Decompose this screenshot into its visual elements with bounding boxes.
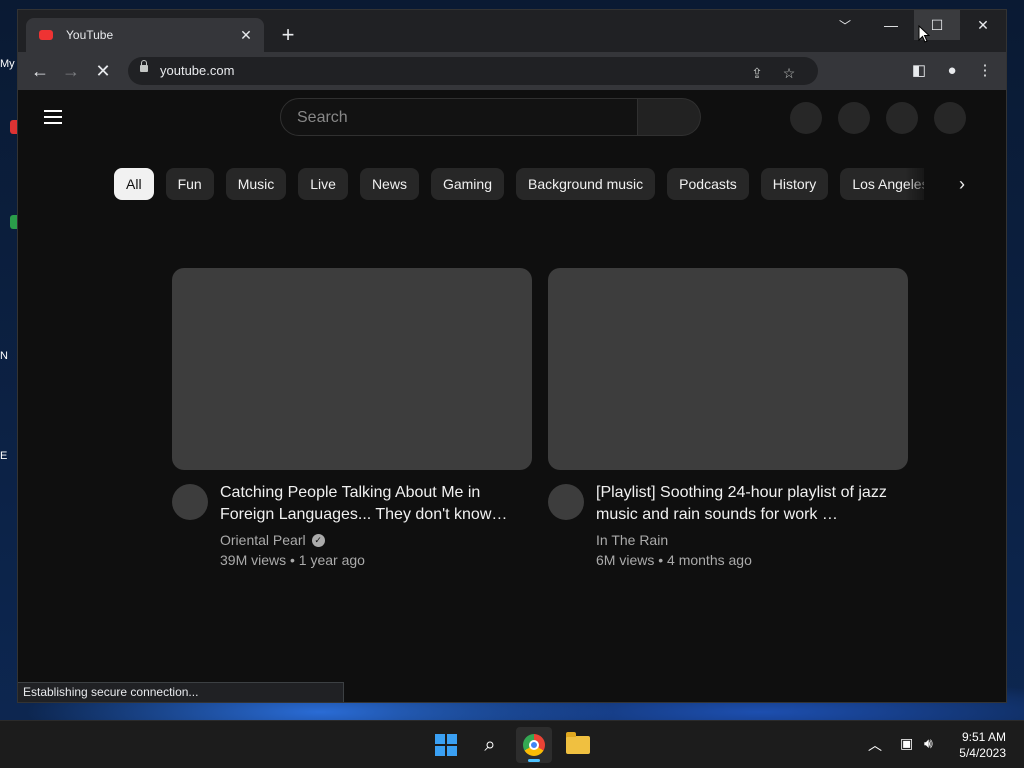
search-button-taskbar[interactable]: ⌕ <box>472 727 508 763</box>
chip-gaming[interactable]: Gaming <box>430 168 504 200</box>
folder-icon <box>566 732 590 754</box>
tray-chevron-up-icon[interactable]: ︿ <box>868 735 882 755</box>
channel-name-row: Oriental Pearl ✓ <box>220 530 532 550</box>
channel-name-row: In The Rain <box>596 530 908 550</box>
hamburger-menu-icon[interactable] <box>44 110 62 124</box>
voice-search-placeholder[interactable] <box>790 102 822 134</box>
app-icon <box>10 120 18 134</box>
side-panel-icon[interactable]: ◧ <box>908 60 930 82</box>
filter-chips: All Fun Music Live News Gaming Backgroun… <box>114 168 924 200</box>
clock[interactable]: 9:51 AM 5/4/2023 <box>946 729 1006 761</box>
desktop-icon-2[interactable] <box>0 215 18 231</box>
video-title[interactable]: [Playlist] Soothing 24-hour playlist of … <box>596 482 896 526</box>
video-title[interactable]: Catching People Talking About Me in Fore… <box>220 482 520 526</box>
back-button[interactable]: ← <box>27 58 53 84</box>
address-bar[interactable]: youtube.com ⇪ ☆ <box>128 57 818 85</box>
browser-window: YouTube ✕ + ﹀ — ☐ ✕ ← → ✕ youtube.com ⇪ … <box>18 10 1006 702</box>
chip-fun[interactable]: Fun <box>165 168 214 200</box>
clock-date: 5/4/2023 <box>959 746 1006 760</box>
bookmark-star-icon[interactable]: ☆ <box>780 64 798 82</box>
channel-avatar[interactable] <box>172 484 208 520</box>
chip-news[interactable]: News <box>359 168 419 200</box>
close-window-button[interactable]: ✕ <box>960 10 1006 40</box>
share-icon[interactable]: ⇪ <box>748 64 766 82</box>
lock-icon[interactable] <box>140 60 148 72</box>
channel-avatar[interactable] <box>548 484 584 520</box>
video-card[interactable]: Catching People Talking About Me in Fore… <box>172 268 532 570</box>
chrome-icon <box>523 734 545 756</box>
desktop-icon-label: My <box>0 58 15 70</box>
chip-live[interactable]: Live <box>298 168 348 200</box>
video-card[interactable]: [Playlist] Soothing 24-hour playlist of … <box>548 268 908 570</box>
windows-logo-icon <box>435 734 457 756</box>
minimize-button[interactable]: — <box>868 10 914 40</box>
youtube-icon <box>38 27 54 43</box>
chip-all[interactable]: All <box>114 168 154 200</box>
channel-name[interactable]: Oriental Pearl <box>220 530 306 550</box>
tab-title: YouTube <box>66 28 114 42</box>
channel-name[interactable]: In The Rain <box>596 530 668 550</box>
running-indicator <box>528 759 540 762</box>
profile-icon[interactable]: ● <box>941 60 963 82</box>
account-avatar-placeholder[interactable] <box>934 102 966 134</box>
chevron-right-icon[interactable]: › <box>948 168 976 200</box>
clock-time: 9:51 AM <box>961 730 1006 744</box>
url-text[interactable]: youtube.com <box>160 63 234 78</box>
network-icon[interactable]: ▣ <box>900 735 913 752</box>
desktop-icon-label: E <box>0 450 8 462</box>
taskbar: ⌕ ︿ ▣ 🔊︎ 9:51 AM 5/4/2023 <box>0 720 1024 768</box>
status-bar: Establishing secure connection... <box>18 682 344 702</box>
chip-music[interactable]: Music <box>225 168 287 200</box>
chip-history[interactable]: History <box>760 168 829 200</box>
video-thumbnail[interactable] <box>172 268 532 470</box>
desktop-icon-e[interactable]: E <box>0 450 18 462</box>
chip-podcasts[interactable]: Podcasts <box>667 168 749 200</box>
video-meta: [Playlist] Soothing 24-hour playlist of … <box>548 482 908 570</box>
new-tab-button[interactable]: + <box>274 22 302 50</box>
verified-check-icon: ✓ <box>311 533 325 547</box>
tab-youtube[interactable]: YouTube ✕ <box>26 18 264 52</box>
desktop-icon-1[interactable] <box>0 120 18 136</box>
stop-loading-button[interactable]: ✕ <box>90 58 116 84</box>
browser-toolbar: ← → ✕ youtube.com ⇪ ☆ ◧ ● ⋮ <box>18 52 1006 90</box>
notifications-placeholder[interactable] <box>886 102 918 134</box>
search-icon: ⌕ <box>484 733 496 756</box>
chip-los-angeles[interactable]: Los Angeles <box>840 168 924 200</box>
create-placeholder[interactable] <box>838 102 870 134</box>
taskbar-chrome[interactable] <box>516 727 552 763</box>
video-thumbnail[interactable] <box>548 268 908 470</box>
video-stats: 39M views • 1 year ago <box>220 552 365 568</box>
app-icon <box>10 215 18 229</box>
mouse-cursor-icon <box>918 25 930 43</box>
tab-strip: YouTube ✕ + ﹀ — ☐ ✕ <box>18 10 1006 52</box>
volume-icon[interactable]: 🔊︎ <box>924 735 933 752</box>
youtube-page: All Fun Music Live News Gaming Backgroun… <box>18 90 1006 702</box>
video-meta: Catching People Talking About Me in Fore… <box>172 482 532 570</box>
desktop-icon-my[interactable]: My <box>0 58 18 70</box>
chip-background-music[interactable]: Background music <box>515 168 656 200</box>
forward-button[interactable]: → <box>58 58 84 84</box>
taskbar-file-explorer[interactable] <box>560 727 596 763</box>
search-button[interactable] <box>638 98 701 136</box>
tab-close-icon[interactable]: ✕ <box>236 27 256 44</box>
desktop-icon-n[interactable]: N <box>0 350 18 362</box>
start-button[interactable] <box>428 727 464 763</box>
tab-search-chevron-icon[interactable]: ﹀ <box>830 12 860 40</box>
video-stats: 6M views • 4 months ago <box>596 552 752 568</box>
search-box[interactable] <box>280 98 638 136</box>
desktop-icon-label: N <box>0 350 8 362</box>
search-input[interactable] <box>295 107 619 129</box>
menu-kebab-icon[interactable]: ⋮ <box>974 60 996 82</box>
